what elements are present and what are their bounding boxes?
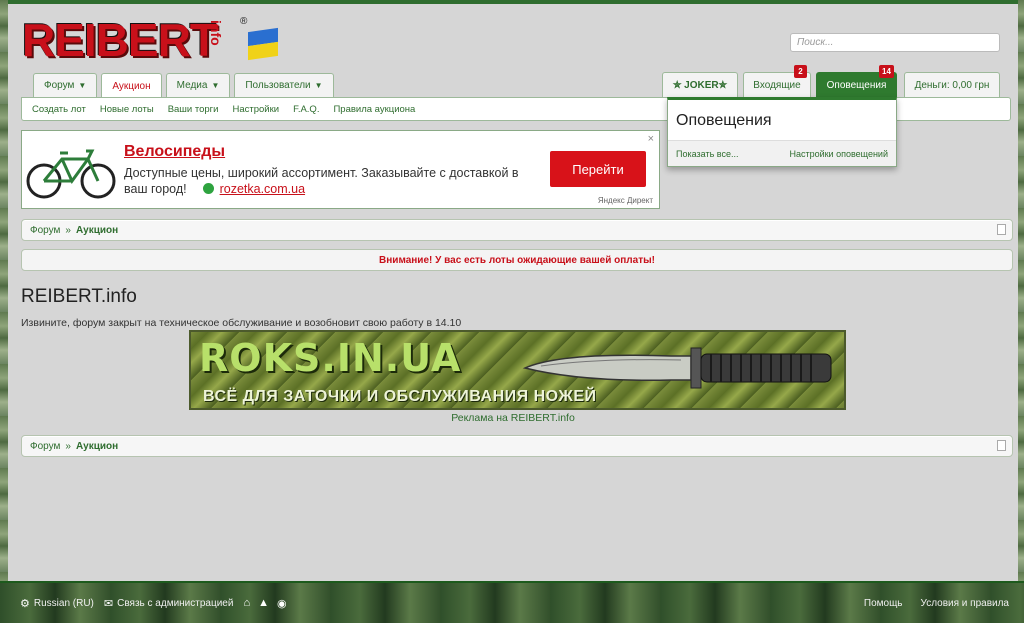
subnav-create-lot[interactable]: Создать лот (32, 104, 86, 115)
logo-subtext: info (208, 20, 224, 46)
close-icon[interactable]: × (648, 133, 654, 145)
knife-sharpening-banner[interactable]: ROKS.IN.UA ВСЁ ДЛЯ ЗАТОЧКИ И ОБСЛУЖИВАНИ… (189, 330, 846, 410)
knife-icon (522, 347, 832, 389)
breadcrumb-forum[interactable]: Форум (30, 225, 60, 236)
tab-auction[interactable]: Аукцион (101, 73, 162, 99)
show-all-link[interactable]: Показать все... (676, 149, 738, 159)
contact-label: Связь с администрацией (117, 597, 234, 609)
gear-icon: ⚙ (20, 597, 30, 610)
camo-border-left (0, 0, 8, 623)
site-logo[interactable]: REIBERT info ® (22, 16, 284, 66)
ad-description: Доступные цены, широкий ассортимент. Зак… (124, 165, 534, 197)
site-footer: ⚙ Russian (RU) ✉ Связь с администрацией … (0, 581, 1024, 623)
maintenance-notice: Извините, форум закрыт на техническое об… (21, 317, 462, 329)
page-icon[interactable] (997, 440, 1006, 451)
bicycle-image (22, 131, 122, 208)
camo-border-right (1018, 0, 1024, 623)
ukraine-flag-icon (248, 27, 278, 61)
breadcrumb-separator: » (65, 224, 71, 236)
inbox-button[interactable]: Входящие 2 (743, 65, 811, 97)
ad-domain-link[interactable]: rozetka.com.ua (220, 182, 305, 196)
scroll-top-link[interactable]: ▲ (258, 597, 269, 609)
tab-label: Аукцион (112, 81, 151, 92)
inbox-label: Входящие (753, 79, 801, 91)
tab-media[interactable]: Медиа ▼ (165, 73, 231, 97)
popup-footer: Показать все... Настройки оповещений (668, 140, 896, 166)
logo-registered-mark: ® (240, 16, 248, 27)
user-menu-button[interactable]: ✮ JOKER✮ (662, 72, 738, 97)
ad-description-text: Доступные цены, широкий ассортимент. Зак… (124, 166, 519, 196)
notification-settings-link[interactable]: Настройки оповещений (789, 149, 888, 159)
popup-title: Оповещения (676, 112, 772, 129)
subnav-auction-rules[interactable]: Правила аукциона (333, 104, 415, 115)
chevron-down-icon[interactable]: ▼ (315, 81, 323, 90)
ad-title[interactable]: Велосипеды (124, 143, 225, 161)
notifications-count-badge: 14 (879, 65, 894, 78)
terms-link[interactable]: Условия и правила (921, 598, 1009, 609)
breadcrumb: Форум » Аукцион (21, 219, 1013, 241)
tab-label: Медиа (176, 80, 208, 91)
notifications-label: Оповещения (826, 79, 887, 91)
notifications-button[interactable]: Оповещения 14 (816, 65, 897, 97)
breadcrumb-current[interactable]: Аукцион (76, 225, 118, 236)
home-icon: ⌂ (243, 597, 251, 609)
logo-text: REIBERT (22, 14, 218, 66)
ad-source[interactable]: Яндекс Директ (598, 196, 653, 205)
ad-block[interactable]: Велосипеды Доступные цены, широкий ассор… (21, 130, 660, 209)
arrow-up-icon: ▲ (258, 597, 269, 609)
language-chooser[interactable]: ⚙ Russian (RU) (20, 597, 94, 610)
page-icon[interactable] (997, 224, 1006, 235)
breadcrumb-forum[interactable]: Форум (30, 441, 60, 452)
subnav-your-bids[interactable]: Ваши торги (168, 104, 219, 115)
tab-label: Пользователи (245, 80, 311, 91)
chevron-down-icon[interactable]: ▼ (211, 81, 219, 90)
tab-label: Форум (44, 80, 75, 91)
page-title: REIBERT.info (21, 286, 137, 307)
rozetka-icon (202, 183, 214, 194)
notifications-popup: Оповещения Показать все... Настройки опо… (667, 97, 897, 167)
rss-icon: ◉ (276, 597, 287, 610)
page-content: REIBERT info ® Поиск... Форум ▼ Аукцион … (8, 4, 1018, 581)
contact-link[interactable]: ✉ Связь с администрацией (104, 597, 234, 610)
home-link[interactable]: ⌂ (243, 597, 250, 609)
subnav-faq[interactable]: F.A.Q. (293, 104, 319, 115)
ad-caption-link[interactable]: Реклама на REIBERT.info (8, 412, 1018, 424)
help-link[interactable]: Помощь (864, 598, 903, 609)
ad-go-button[interactable]: Перейти (550, 151, 646, 187)
inbox-count-badge: 2 (794, 65, 807, 78)
search-input[interactable]: Поиск... (790, 33, 1000, 52)
subnav-new-lots[interactable]: Новые лоты (100, 104, 154, 115)
tab-forum[interactable]: Форум ▼ (33, 73, 98, 97)
rss-link[interactable]: ◉ (277, 597, 287, 610)
balance-button[interactable]: Деньги: 0,00 грн (904, 72, 1000, 97)
language-label: Russian (RU) (33, 597, 94, 609)
chevron-down-icon[interactable]: ▼ (78, 81, 86, 90)
breadcrumb-separator: » (65, 440, 71, 452)
main-nav-tabs: Форум ▼ Аукцион Медиа ▼ Пользователи ▼ (33, 73, 334, 99)
banner-site-name: ROKS.IN.UA (199, 336, 462, 380)
footer-right-links: Помощь Условия и правила (864, 598, 1009, 609)
subnav-settings[interactable]: Настройки (232, 104, 279, 115)
breadcrumb-current[interactable]: Аукцион (76, 441, 118, 452)
envelope-icon: ✉ (103, 597, 114, 610)
footer-bar: ⚙ Russian (RU) ✉ Связь с администрацией … (0, 595, 1024, 611)
breadcrumb-bottom: Форум » Аукцион (21, 435, 1013, 457)
payment-alert[interactable]: Внимание! У вас есть лоты ожидающие ваше… (21, 249, 1013, 271)
tab-users[interactable]: Пользователи ▼ (234, 73, 334, 97)
